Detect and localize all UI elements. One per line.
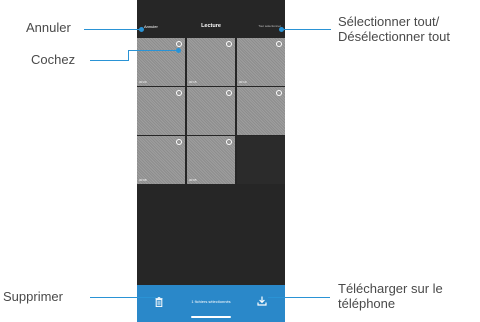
media-grid: 00:20 00:15 00:10 00:08 00:05 [137,38,285,184]
download-icon[interactable] [257,296,267,306]
thumbnail-duration: 00:05 [189,178,197,182]
thumbnail[interactable] [137,87,185,135]
checkbox-circle-icon[interactable] [226,139,232,145]
checkbox-circle-icon[interactable] [176,41,182,47]
callout-download-line1: Télécharger sur le [338,281,443,296]
callout-delete: Supprimer [3,289,63,304]
thumbnail-duration: 00:08 [139,178,147,182]
callout-cancel: Annuler [26,20,71,35]
callout-line [90,60,128,61]
callout-dot [139,27,144,32]
thumbnail[interactable] [237,87,285,135]
callout-line [128,50,129,61]
checkbox-circle-icon[interactable] [276,41,282,47]
checkbox-circle-icon[interactable] [176,139,182,145]
thumbnail-duration: 00:15 [189,80,197,84]
callout-select-all-line1: Sélectionner tout/ [338,14,440,29]
empty-slot [237,136,285,184]
checkbox-circle-icon[interactable] [226,90,232,96]
callout-select-all: Sélectionner tout/ Désélectionner tout [338,14,450,44]
callout-select-all-line2: Désélectionner tout [338,29,451,44]
checkbox-circle-icon[interactable] [226,41,232,47]
home-indicator [191,316,231,318]
callout-download: Télécharger sur le téléphone [338,281,443,311]
checkbox-circle-icon[interactable] [176,90,182,96]
phone-screen: Annuler Lecture Tout sélectionner 00:20 … [137,0,285,322]
select-all-button[interactable]: Tout sélectionner [258,24,281,28]
thumbnail[interactable]: 00:15 [187,38,235,86]
top-bar: Annuler Lecture Tout sélectionner [137,18,285,38]
callout-line [128,50,178,51]
callout-download-line2: téléphone [338,296,396,311]
callout-line [268,297,330,298]
callout-check: Cochez [31,52,76,67]
thumbnail-duration: 00:10 [239,80,247,84]
thumbnail[interactable] [187,87,235,135]
thumbnail[interactable]: 00:05 [187,136,235,184]
callout-dot [176,48,181,53]
thumbnail[interactable]: 00:20 [137,38,185,86]
thumbnail[interactable]: 00:08 [137,136,185,184]
thumbnail[interactable]: 00:10 [237,38,285,86]
thumbnail-duration: 00:20 [139,80,147,84]
checkbox-circle-icon[interactable] [276,90,282,96]
callout-line [281,29,331,30]
callout-line [84,29,141,30]
callout-line [90,297,156,298]
